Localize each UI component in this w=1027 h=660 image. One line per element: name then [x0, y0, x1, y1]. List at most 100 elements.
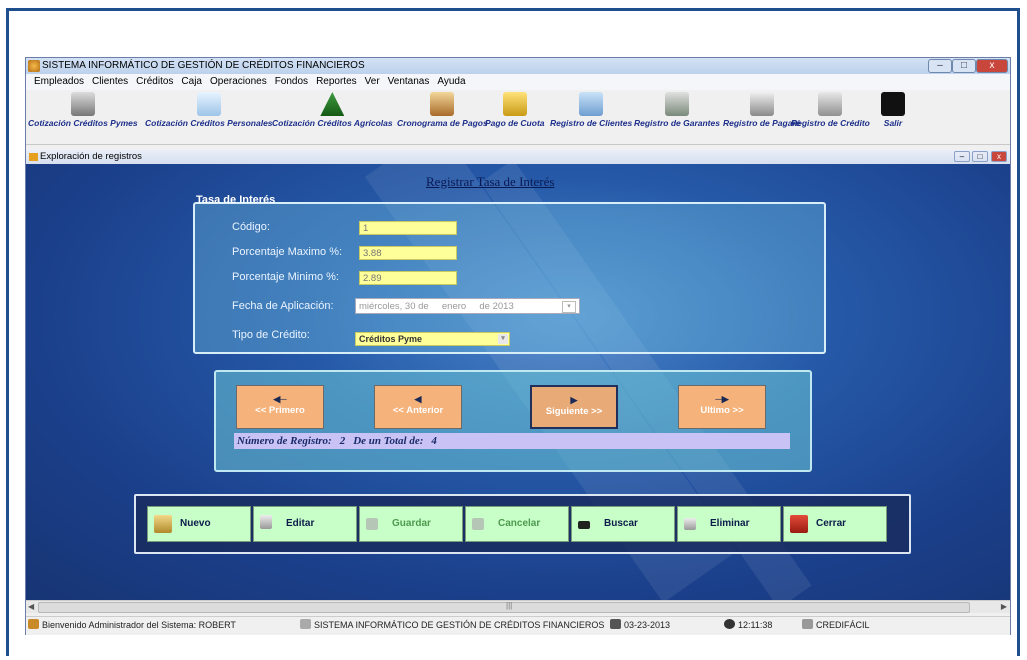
actions-group: Nuevo Editar Guardar Cancelar Buscar Eli… [134, 494, 911, 554]
eliminar-button[interactable]: Eliminar [677, 506, 781, 542]
toolbar-registro-garantes[interactable]: Registro de Garantes [634, 92, 720, 128]
toolbar-registro-clientes[interactable]: Registro de Clientes [550, 92, 632, 128]
tipo-credito-combobox[interactable]: Créditos Pyme ▾ [355, 332, 510, 346]
menu-operaciones[interactable]: Operaciones [210, 76, 267, 87]
eliminar-label: Eliminar [710, 518, 750, 529]
child-restore-button[interactable]: □ [972, 151, 988, 162]
menu-clientes[interactable]: Clientes [92, 76, 128, 87]
notepad-icon [154, 515, 172, 533]
menu-reportes[interactable]: Reportes [316, 76, 357, 87]
chevron-down-icon[interactable]: ▾ [498, 334, 508, 344]
toolbar-registro-pagare[interactable]: Registro de Pagaré [723, 92, 800, 128]
menu-creditos[interactable]: Créditos [136, 76, 173, 87]
buscar-button[interactable]: Buscar [571, 506, 675, 542]
schedule-icon [430, 92, 455, 116]
clock-icon [724, 619, 735, 629]
status-welcome-text: Bienvenido Administrador del Sistema: RO… [42, 620, 236, 630]
porcentaje-minimo-label: Porcentaje Minimo %: [232, 271, 339, 283]
siguiente-label: Siguiente >> [545, 406, 603, 417]
app-icon [28, 60, 40, 72]
toolbar-label: Cronograma de Pagos [397, 118, 488, 128]
cancel-hand-icon [472, 518, 484, 530]
status-date: 03-23-2013 [610, 617, 670, 633]
guardar-button[interactable]: Guardar [359, 506, 463, 542]
ultimo-label: Ultimo >> [700, 405, 744, 416]
mdi-child-title: Exploración de registros [40, 151, 142, 162]
porcentaje-minimo-field[interactable]: 2.89 [359, 271, 457, 285]
calculator-icon [70, 92, 95, 116]
maximize-button[interactable]: □ [952, 59, 976, 73]
ultimo-button[interactable]: ─▶ Ultimo >> [678, 385, 766, 429]
calendar-dropdown-icon[interactable]: ▾ [562, 301, 576, 313]
tipo-credito-value: Créditos Pyme [359, 334, 423, 344]
arrow-right-icon: ▶ [570, 395, 578, 405]
record-number: 2 [339, 435, 346, 447]
editar-label: Editar [286, 518, 315, 529]
menu-caja[interactable]: Caja [181, 76, 202, 87]
status-bar: Bienvenido Administrador del Sistema: RO… [26, 616, 1010, 635]
status-welcome: Bienvenido Administrador del Sistema: RO… [28, 617, 236, 633]
toolbar-salir[interactable]: Salir [881, 92, 905, 128]
toolbar-cronograma[interactable]: Cronograma de Pagos [397, 92, 488, 128]
toolbar: Cotización Créditos Pymes Cotización Cré… [26, 90, 1010, 145]
exit-door-icon [790, 515, 808, 533]
close-button[interactable]: x [976, 59, 1008, 73]
toolbar-cotizacion-agricolas[interactable]: Cotización Créditos Agrícolas [272, 92, 393, 128]
form-icon [29, 153, 38, 161]
toolbar-label: Cotización Créditos Personales [145, 118, 273, 128]
anterior-button[interactable]: ◀ << Anterior [374, 385, 462, 429]
toolbar-cotizacion-pymes[interactable]: Cotización Créditos Pymes [28, 92, 138, 128]
toolbar-label: Salir [883, 118, 903, 128]
guarantors-icon [664, 92, 689, 116]
status-date-text: 03-23-2013 [624, 620, 671, 630]
tasa-interes-group: Tasa de Interés Código: 1 Porcentaje Max… [193, 194, 826, 354]
editar-button[interactable]: Editar [253, 506, 357, 542]
minimize-button[interactable]: – [928, 59, 952, 73]
delete-hand-icon [684, 518, 696, 530]
form-client-area: Registrar Tasa de Interés Tasa de Interé… [26, 164, 1010, 600]
floppy-disk-icon [366, 518, 378, 530]
cancelar-button[interactable]: Cancelar [465, 506, 569, 542]
primero-label: << Primero [255, 405, 305, 416]
toolbar-pago-cuota[interactable]: Pago de Cuota [485, 92, 545, 128]
pine-tree-icon [320, 92, 345, 116]
child-minimize-button[interactable]: – [954, 151, 970, 162]
tipo-credito-label: Tipo de Crédito: [232, 329, 310, 341]
horizontal-scrollbar[interactable]: ◀ ||| ▶ [26, 600, 1010, 613]
exit-runner-icon [881, 92, 905, 116]
toolbar-label: Registro de Garantes [634, 118, 720, 128]
scroll-right-icon[interactable]: ▶ [1001, 601, 1007, 612]
menu-ventanas[interactable]: Ventanas [388, 76, 430, 87]
cerrar-label: Cerrar [816, 518, 847, 529]
status-system-text: SISTEMA INFORMÁTICO DE GESTIÓN DE CRÉDIT… [314, 620, 605, 630]
menu-fondos[interactable]: Fondos [275, 76, 308, 87]
arrow-left-icon: ◀ [414, 394, 422, 404]
record-label: Número de Registro: [237, 435, 332, 447]
scroll-grip-icon: ||| [506, 601, 513, 610]
scrollbar-thumb[interactable] [38, 602, 970, 613]
siguiente-button[interactable]: ▶ Siguiente >> [530, 385, 618, 429]
status-brand-text: CREDIFÁCIL [816, 620, 870, 630]
status-system: SISTEMA INFORMÁTICO DE GESTIÓN DE CRÉDIT… [300, 617, 604, 633]
record-info-bar: Número de Registro: 2 De un Total de: 4 [234, 433, 790, 449]
cerrar-button[interactable]: Cerrar [783, 506, 887, 542]
primero-button[interactable]: ◀─ << Primero [236, 385, 324, 429]
payment-icon [502, 92, 527, 116]
porcentaje-maximo-field[interactable]: 3.88 [359, 246, 457, 260]
promissory-note-icon [749, 92, 774, 116]
users-icon [28, 619, 39, 629]
menu-ayuda[interactable]: Ayuda [437, 76, 465, 87]
menu-empleados[interactable]: Empleados [34, 76, 84, 87]
scroll-left-icon[interactable]: ◀ [28, 601, 34, 612]
arrow-right-icon: ─▶ [715, 394, 729, 404]
toolbar-cotizacion-personales[interactable]: Cotización Créditos Personales [145, 92, 273, 128]
child-close-button[interactable]: x [991, 151, 1007, 162]
toolbar-label: Cotización Créditos Agrícolas [272, 118, 393, 128]
toolbar-registro-credito[interactable]: Registro de Crédito [791, 92, 870, 128]
fecha-aplicacion-picker[interactable]: miércoles, 30 de enero de 2013 ▾ [355, 298, 580, 314]
nuevo-button[interactable]: Nuevo [147, 506, 251, 542]
toolbar-label: Registro de Crédito [791, 118, 870, 128]
navigation-group: ◀─ << Primero ◀ << Anterior ▶ Siguiente … [214, 370, 812, 472]
codigo-field[interactable]: 1 [359, 221, 457, 235]
menu-ver[interactable]: Ver [365, 76, 380, 87]
